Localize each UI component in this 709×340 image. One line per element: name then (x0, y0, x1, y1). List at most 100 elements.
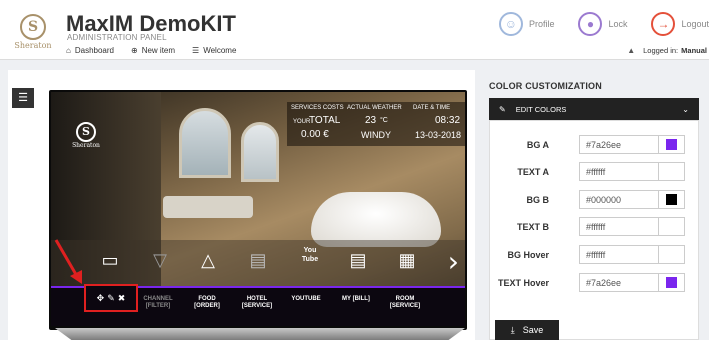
bg-hover-swatch (666, 249, 677, 260)
edit-colors-header[interactable]: ✎ EDIT COLORS ⌄ (489, 98, 699, 120)
text-a-swatch (666, 166, 677, 177)
nav-new-item[interactable]: ⊕ New item (131, 46, 175, 55)
bg-a-label: BG A (526, 140, 549, 150)
text-hover-label: TEXT Hover (497, 278, 549, 288)
nav-dashboard-label: Dashboard (74, 46, 114, 55)
room-window-arch (179, 108, 231, 178)
download-icon: ⤓ (510, 324, 515, 335)
sheraton-logo: S Sheraton (12, 14, 54, 54)
your-label: YOUR (293, 119, 311, 125)
room-sink (163, 196, 253, 218)
tv-icon-row: ▭ ▽ △ ▤ You Tube ▤ ▦ › (51, 240, 465, 286)
red-pointer-arrow-icon (54, 239, 82, 284)
pencil-icon[interactable]: ✎ (107, 293, 115, 304)
tv-logo-emblem: S (76, 122, 96, 142)
food-order-tab[interactable]: FOOD [ORDER] (184, 296, 230, 310)
services-costs-label: SERVICES COSTS (291, 105, 344, 111)
header-actions: ☺ Profile ● Lock → Logout (475, 12, 709, 36)
save-label: Save (522, 325, 544, 335)
filter-icon[interactable]: ▽ (145, 250, 175, 271)
lock-label: Lock (608, 19, 628, 29)
date-time-label: DATE & TIME (413, 105, 451, 111)
plus-circle-icon: ⊕ (130, 46, 138, 55)
youtube-icon-text-top: You (303, 247, 317, 254)
weather-value: WINDY (361, 130, 391, 140)
logged-in-status: ▲ Logged in: Manual (627, 46, 707, 55)
nav-new-item-label: New item (141, 46, 176, 55)
food-dome-icon[interactable]: △ (193, 250, 223, 271)
bg-hover-label: BG Hover (507, 250, 549, 260)
lock-button[interactable]: ● Lock (578, 12, 627, 36)
text-b-input[interactable] (579, 217, 659, 236)
color-field-text-b: TEXT B (489, 217, 699, 237)
hotel-service-icon[interactable]: ▤ (243, 250, 273, 271)
bell-icon[interactable]: ▲ (627, 46, 635, 55)
youtube-icon-text-bottom: Tube (301, 256, 319, 263)
bg-hover-input[interactable] (579, 245, 659, 264)
nav-welcome[interactable]: ☰ Welcome (192, 46, 236, 55)
color-field-bg-hover: BG Hover (489, 245, 699, 265)
total-value: 0.00 € (301, 129, 329, 140)
delete-icon[interactable]: ✖ (118, 293, 126, 304)
text-b-label: TEXT B (516, 222, 549, 232)
text-hover-color-picker[interactable] (659, 273, 685, 292)
total-label: TOTAL (309, 115, 341, 126)
bg-b-swatch (666, 194, 677, 205)
channel-filter-tab[interactable]: CHANNEL [FILTER] (135, 296, 181, 310)
logo-emblem: S (20, 14, 46, 40)
bill-icon[interactable]: ▤ (343, 250, 373, 271)
text-a-input[interactable] (579, 162, 659, 181)
next-arrow-icon[interactable]: › (448, 246, 459, 278)
youtube-icon[interactable]: You Tube (295, 246, 325, 264)
logout-label: Logout (681, 19, 709, 29)
my-bill-tab[interactable]: MY [BILL] (333, 296, 379, 303)
move-icon[interactable]: ✥ (97, 293, 105, 304)
profile-icon: ☺ (498, 12, 523, 36)
room-service-tab[interactable]: ROOM [SERVICE] (382, 296, 428, 310)
tv-icon[interactable]: ▭ (95, 250, 125, 271)
bg-a-swatch (666, 139, 677, 150)
text-a-color-picker[interactable] (659, 162, 685, 181)
time-value: 08:32 (435, 115, 461, 126)
home-icon: ⌂ (66, 46, 71, 55)
text-b-color-picker[interactable] (659, 217, 685, 236)
nav-dashboard[interactable]: ⌂ Dashboard (66, 46, 114, 55)
logo-wordmark: Sheraton (14, 41, 52, 50)
save-button[interactable]: ⤓ Save (495, 320, 559, 340)
text-hover-input[interactable] (579, 273, 659, 292)
date-value: 13-03-2018 (415, 130, 462, 140)
color-field-text-a: TEXT A (489, 162, 699, 182)
color-field-text-hover: TEXT Hover (489, 273, 699, 293)
logout-icon: → (651, 12, 676, 36)
pencil-icon: ✎ (499, 104, 506, 114)
tv-stand (55, 328, 465, 340)
bg-hover-color-picker[interactable] (659, 245, 685, 264)
channel-edit-tools: ✥ ✎ ✖ (84, 284, 138, 312)
bed-icon[interactable]: ▦ (392, 250, 422, 271)
text-hover-swatch (666, 277, 677, 288)
logout-button[interactable]: → Logout (651, 12, 709, 36)
text-a-label: TEXT A (517, 167, 549, 177)
nav-welcome-label: Welcome (203, 46, 237, 55)
chevron-down-icon: ⌄ (682, 104, 689, 114)
logged-in-user: Manual (681, 46, 707, 55)
youtube-tab[interactable]: YOUTUBE (283, 296, 329, 303)
profile-button[interactable]: ☺ Profile (498, 12, 554, 36)
bg-b-color-picker[interactable] (659, 190, 685, 209)
room-window-arch-2 (241, 122, 279, 182)
tv-logo-wordmark: Sheraton (72, 142, 100, 149)
bg-a-color-picker[interactable] (659, 135, 685, 154)
room-bathtub (311, 192, 441, 247)
color-field-bg-a: BG A (489, 135, 699, 155)
lock-icon: ● (578, 12, 603, 36)
temperature-value: 23 (365, 115, 377, 126)
bg-a-input[interactable] (579, 135, 659, 154)
hotel-service-tab[interactable]: HOTEL [SERVICE] (234, 296, 280, 310)
bg-b-input[interactable] (579, 190, 659, 209)
actual-weather-label: ACTUAL WEATHER (347, 105, 402, 111)
top-header: S Sheraton MaxIM DemoKIT ADMINISTRATION … (0, 0, 709, 60)
tv-sheraton-logo: S Sheraton (71, 122, 101, 149)
edit-colors-label: EDIT COLORS (515, 104, 567, 114)
color-field-bg-b: BG B (489, 190, 699, 210)
menu-toggle-button[interactable]: ☰ (12, 88, 34, 108)
